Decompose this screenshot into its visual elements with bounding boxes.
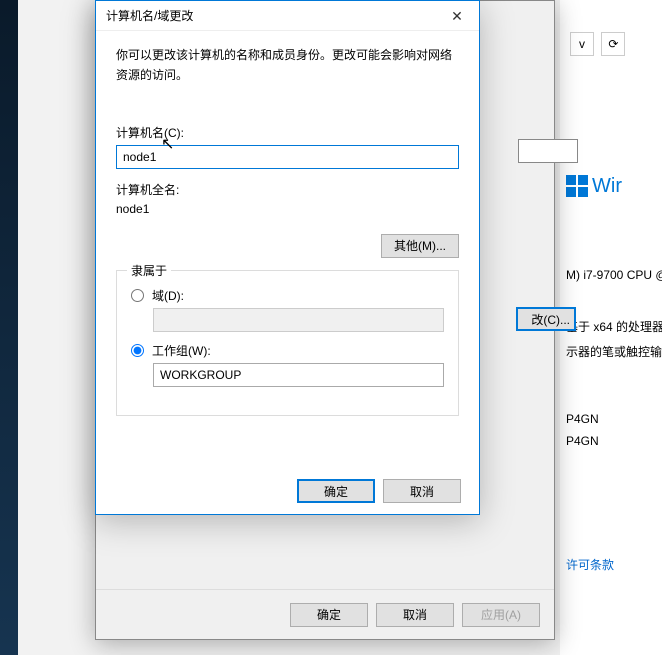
workgroup-input[interactable]: [153, 363, 444, 387]
refresh-icon[interactable]: ⟳: [601, 32, 625, 56]
cpu-fragment: M) i7-9700 CPU @: [560, 264, 662, 286]
close-button[interactable]: ✕: [435, 1, 479, 31]
dialog-footer: 确定 取消: [96, 468, 479, 514]
computer-name-change-dialog: 计算机名/域更改 ✕ 你可以更改该计算机的名称和成员身份。更改可能会影响对网络资…: [95, 0, 480, 515]
touch-fragment: 示器的笔或触控输入: [560, 339, 662, 364]
system-properties-footer: 确定 取消 应用(A): [96, 589, 554, 639]
dialog-titlebar[interactable]: 计算机名/域更改 ✕: [96, 1, 479, 31]
computer-name-input[interactable]: [116, 145, 459, 169]
desktop-edge: [0, 0, 18, 655]
full-name-value: node1: [116, 202, 459, 216]
bg-input-fragment: [518, 139, 578, 163]
domain-radio[interactable]: [131, 289, 144, 302]
full-name-label: 计算机全名:: [116, 181, 459, 198]
ok-button[interactable]: 确定: [297, 479, 375, 503]
change-button-fragment[interactable]: 改(C)...: [516, 307, 576, 331]
windows-icon: [566, 175, 588, 197]
change-button-label: 改(C)...: [531, 311, 570, 328]
windows-text: Wir: [592, 175, 622, 198]
domain-input: [153, 308, 444, 332]
sys-ok-button[interactable]: 确定: [290, 603, 368, 627]
membership-group-title: 隶属于: [127, 262, 171, 279]
workgroup-radio-row[interactable]: 工作组(W):: [131, 342, 444, 359]
computer-name-label: 计算机名(C):: [116, 124, 459, 141]
workgroup-radio[interactable]: [131, 344, 144, 357]
cancel-button[interactable]: 取消: [383, 479, 461, 503]
windows-logo: Wir: [566, 175, 622, 198]
close-icon: ✕: [451, 8, 463, 25]
dropdown-toggle[interactable]: v: [570, 32, 594, 56]
name-fragment-2: P4GN: [560, 430, 662, 452]
sys-apply-button: 应用(A): [462, 603, 540, 627]
dialog-body: 你可以更改该计算机的名称和成员身份。更改可能会影响对网络资源的访问。 计算机名(…: [96, 31, 479, 468]
membership-group: 隶属于 域(D): 工作组(W):: [116, 270, 459, 416]
license-link[interactable]: 许可条款: [560, 552, 662, 577]
sys-cancel-button[interactable]: 取消: [376, 603, 454, 627]
more-button[interactable]: 其他(M)...: [381, 234, 459, 258]
domain-radio-label: 域(D):: [152, 287, 184, 304]
name-fragment-1: P4GN: [560, 408, 662, 430]
workgroup-radio-label: 工作组(W):: [152, 342, 211, 359]
dialog-description: 你可以更改该计算机的名称和成员身份。更改可能会影响对网络资源的访问。: [116, 45, 459, 86]
dialog-title: 计算机名/域更改: [106, 7, 193, 24]
domain-radio-row[interactable]: 域(D):: [131, 287, 444, 304]
